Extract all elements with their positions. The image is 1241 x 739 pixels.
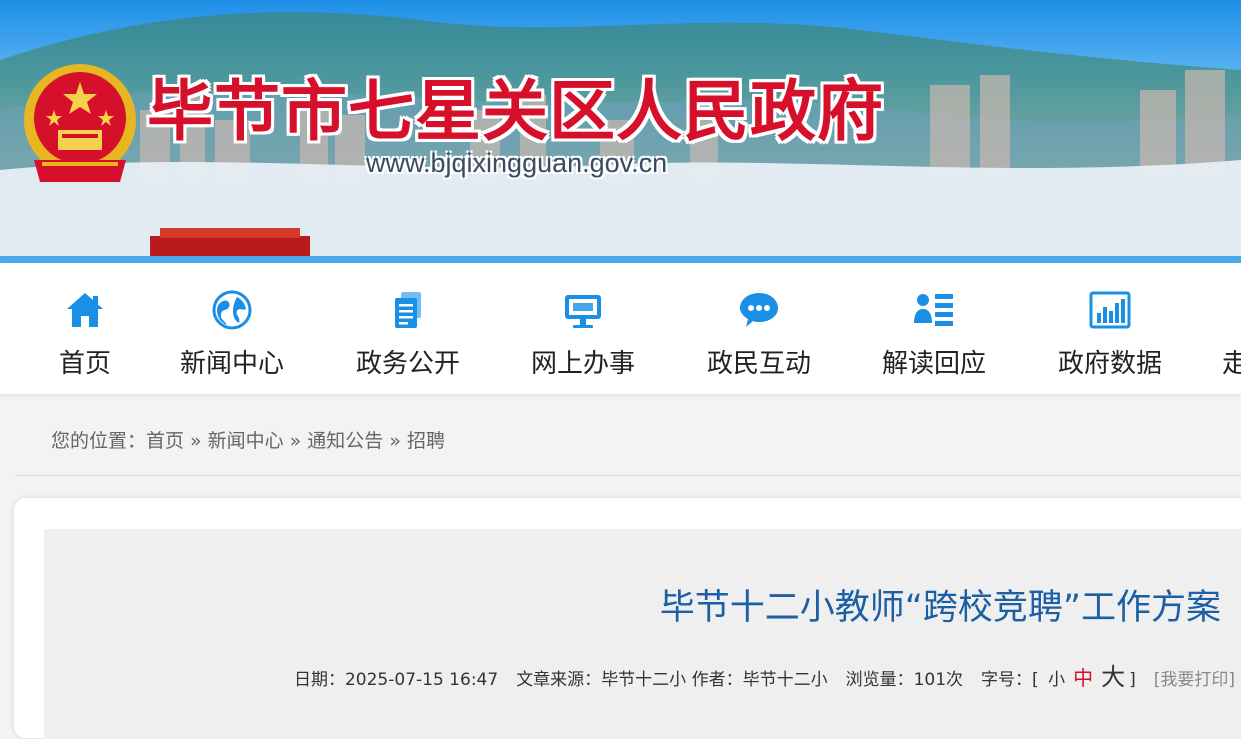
article-meta: 日期：2025-07-15 16:47 文章来源：毕节十二小 作者：毕节十二小 浏览…: [294, 657, 1235, 692]
breadcrumb-link-notices[interactable]: 通知公告: [307, 430, 383, 452]
user-list-icon: [914, 294, 953, 326]
nav-item-online-services[interactable]: 网上办事: [519, 263, 647, 394]
main-nav: 首页 新闻中心 政务公开 网上办事 政民互动 解读回应 政府数据 走: [0, 263, 1241, 394]
globe-icon: [212, 290, 252, 330]
font-size-label: 字号：: [981, 670, 1033, 690]
nav-item-news[interactable]: 新闻中心: [168, 263, 296, 394]
breadcrumb: 您的位置：首页» 新闻中心» 通知公告» 招聘: [51, 426, 445, 453]
nav-label: 网上办事: [530, 349, 635, 379]
bar-chart-icon: [1089, 291, 1131, 329]
author-value: 毕节十二小: [742, 670, 828, 690]
nav-item-government-data[interactable]: 政府数据: [1046, 263, 1174, 394]
font-size-large-button[interactable]: 大: [1101, 663, 1125, 691]
author-label: 作者：: [691, 670, 743, 690]
breadcrumb-link-recruitment[interactable]: 招聘: [407, 430, 445, 452]
date-label: 日期：: [293, 670, 345, 690]
breadcrumb-prefix: 您的位置：: [51, 430, 147, 452]
nav-label: 走: [1222, 349, 1241, 379]
breadcrumb-separator: »: [389, 430, 401, 452]
article-title: 毕节十二小教师“跨校竞聘”工作方案: [659, 588, 1221, 628]
nav-label: 政府数据: [1057, 349, 1162, 379]
site-url: www.bjqixingguan.gov.cn: [366, 148, 668, 178]
font-size-small-button[interactable]: 小: [1048, 670, 1065, 690]
breadcrumb-separator: »: [190, 430, 202, 452]
font-size-medium-button[interactable]: 中: [1073, 666, 1093, 690]
home-icon: [67, 293, 103, 327]
nav-label: 政务公开: [355, 349, 460, 379]
print-button[interactable]: [我要打印]: [1154, 670, 1235, 690]
chat-bubble-icon: [740, 293, 778, 327]
breadcrumb-separator: »: [289, 430, 302, 452]
header-divider-bar: [0, 256, 1241, 263]
breadcrumb-link-home[interactable]: 首页: [146, 430, 184, 452]
site-title[interactable]: 毕节市七星关区人民政府: [147, 58, 884, 154]
source-label: 文章来源：: [516, 670, 602, 690]
nav-item-interaction[interactable]: 政民互动: [695, 263, 823, 394]
nav-item-government-affairs[interactable]: 政务公开: [344, 263, 472, 394]
bracket-open: [: [1032, 670, 1039, 690]
document-icon: [395, 292, 421, 328]
article-header: 毕节十二小教师“跨校竞聘”工作方案 日期：2025-07-15 16:47 文章来…: [44, 529, 1241, 739]
nav-label: 新闻中心: [179, 349, 284, 379]
date-value: 2025-07-15 16:47: [344, 670, 499, 690]
views-value: 101次: [913, 670, 964, 690]
nav-label: 解读回应: [881, 349, 986, 379]
source-value: 毕节十二小: [601, 670, 687, 690]
header-banner: 毕节市七星关区人民政府 www.bjqixingguan.gov.cn: [0, 0, 1241, 256]
monitor-icon: [565, 295, 601, 328]
nav-item-partial[interactable]: 走: [1222, 263, 1241, 394]
nav-item-interpretation[interactable]: 解读回应: [870, 263, 998, 394]
breadcrumb-divider: [15, 475, 1241, 476]
national-emblem-icon: [24, 64, 136, 182]
nav-item-home[interactable]: 首页: [40, 263, 130, 394]
bracket-close: ]: [1129, 670, 1136, 690]
nav-label: 政民互动: [706, 349, 811, 379]
nav-label: 首页: [58, 349, 111, 379]
breadcrumb-link-news[interactable]: 新闻中心: [208, 430, 284, 452]
views-label: 浏览量：: [845, 670, 914, 690]
